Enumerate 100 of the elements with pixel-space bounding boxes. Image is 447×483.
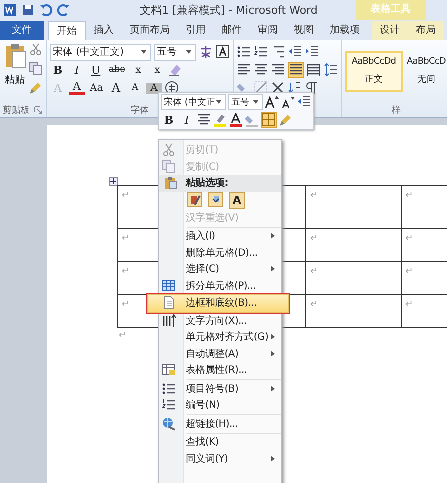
- submenu-arrow-icon: [270, 265, 276, 274]
- paste-button[interactable]: 粘贴: [3, 43, 27, 103]
- menu-item[interactable]: 同义词(Y): [159, 450, 281, 467]
- paragraph-mark: ↵: [406, 300, 414, 310]
- numbering-icon[interactable]: [254, 45, 268, 59]
- scissors-icon: [162, 143, 176, 158]
- keep-format-paste-icon[interactable]: [187, 192, 203, 209]
- menu-item[interactable]: 选择(C): [159, 261, 281, 278]
- format-button[interactable]: x: [130, 64, 146, 76]
- page-icon: [162, 296, 176, 310]
- decrease-indent-icon[interactable]: [288, 45, 302, 59]
- format-button[interactable]: U: [88, 64, 104, 76]
- contextual-tab-group-label: 表格工具: [356, 0, 426, 20]
- format-button[interactable]: x: [149, 64, 166, 76]
- ribbon-tab[interactable]: 引用: [178, 21, 214, 40]
- decrease-indent-icon[interactable]: [297, 95, 311, 109]
- font-size-dropdown[interactable]: 五号: [154, 44, 196, 60]
- shrink-font-icon[interactable]: [281, 95, 295, 109]
- ribbon-tab[interactable]: 页面布局: [122, 21, 178, 40]
- menu-item[interactable]: 单元格对齐方式(G): [159, 329, 281, 346]
- multilevel-list-icon[interactable]: [271, 45, 285, 59]
- submenu-arrow-icon: [270, 454, 276, 463]
- ribbon-tab[interactable]: 插入: [86, 21, 122, 40]
- format-button[interactable]: A: [69, 81, 85, 95]
- submenu-arrow-icon: [270, 232, 276, 240]
- format-button[interactable]: A: [127, 83, 144, 93]
- redo-icon[interactable]: [57, 3, 71, 17]
- format-button[interactable]: I: [69, 64, 85, 76]
- format-button[interactable]: Aa: [88, 82, 106, 94]
- bullets-icon: [162, 382, 176, 396]
- scissors-icon[interactable]: [29, 43, 43, 57]
- ribbon-tab[interactable]: 设计: [372, 21, 408, 40]
- menu-item[interactable]: 表格属性(R)...: [159, 362, 281, 378]
- paragraph-mark: ↵: [310, 300, 318, 310]
- menu-item[interactable]: 编号(N): [159, 397, 281, 414]
- ribbon-tab[interactable]: 布局: [408, 21, 444, 40]
- menu-item[interactable]: 超链接(H)...: [159, 416, 281, 432]
- paragraph-mark: ↵: [406, 191, 414, 201]
- bullets-icon[interactable]: [237, 45, 251, 59]
- caret-icon: [215, 98, 224, 106]
- format-button[interactable]: abe: [107, 65, 128, 75]
- format-button[interactable]: A: [108, 81, 124, 95]
- grid-icon: [162, 278, 176, 293]
- ribbon-tab[interactable]: 审阅: [250, 21, 286, 40]
- style-gallery-item[interactable]: AaBbCcDd 正文: [345, 50, 403, 92]
- format-button[interactable]: B: [50, 64, 66, 76]
- ribbon-tab[interactable]: 视图: [286, 21, 322, 40]
- menu-item[interactable]: 边框和底纹(B)...: [147, 294, 289, 312]
- eraser-icon[interactable]: [168, 63, 182, 77]
- format-painter-icon[interactable]: [29, 81, 43, 95]
- align-center-icon[interactable]: [254, 63, 268, 77]
- paragraph-mark: ↵: [119, 331, 127, 341]
- justify-icon[interactable]: [288, 62, 304, 78]
- menu-item[interactable]: 删除单元格(D)...: [159, 244, 281, 261]
- menu-item[interactable]: 自动调整(A): [159, 346, 281, 362]
- font-name-dropdown[interactable]: 宋体 (中文正文): [50, 44, 151, 60]
- paragraph-mark: ↵: [310, 267, 318, 277]
- text-only-paste-button[interactable]: A: [229, 192, 245, 209]
- align-right-icon[interactable]: [271, 63, 285, 77]
- line-spacing-icon[interactable]: [324, 63, 338, 77]
- increase-indent-icon[interactable]: [305, 45, 319, 59]
- paragraph-mark-icon[interactable]: [305, 81, 319, 95]
- menu-item[interactable]: 查找(K): [159, 434, 281, 450]
- paragraph-mark: ↵: [122, 191, 130, 201]
- merge-format-paste-icon[interactable]: [208, 192, 224, 209]
- numbering-icon: [162, 398, 176, 412]
- center-icon[interactable]: [197, 113, 211, 127]
- format-button[interactable]: B: [161, 114, 177, 126]
- caret-icon: [252, 98, 260, 106]
- menu-item[interactable]: 项目符号(B): [159, 380, 281, 397]
- font-name-dropdown[interactable]: 宋体 (中文正: [161, 94, 226, 110]
- font-size-dropdown[interactable]: 五号: [228, 94, 263, 110]
- align-left-icon[interactable]: [237, 63, 251, 77]
- paragraph-mark: ↵: [122, 234, 130, 244]
- menu-item[interactable]: 拆分单元格(P)...: [159, 278, 281, 294]
- copy-icon[interactable]: [29, 62, 43, 76]
- caret-icon: [185, 48, 193, 56]
- format-button[interactable]: A: [146, 82, 162, 94]
- table-move-handle-icon[interactable]: [109, 177, 118, 186]
- grow-font-icon[interactable]: [265, 95, 279, 109]
- border-char-icon[interactable]: [216, 45, 230, 59]
- font-color-icon[interactable]: [229, 113, 243, 127]
- paragraph-mark: ↵: [122, 267, 130, 277]
- word-logo-icon[interactable]: [3, 3, 17, 17]
- menu-item[interactable]: 文字方向(X)...: [159, 312, 281, 329]
- distribute-icon[interactable]: [307, 63, 321, 77]
- ribbon-tab[interactable]: 加载项: [322, 21, 368, 40]
- format-button[interactable]: I: [179, 114, 195, 126]
- style-gallery-item[interactable]: AaBbCcD 无间: [405, 52, 447, 90]
- enclose-char-icon[interactable]: [165, 81, 180, 95]
- group-label: 样: [392, 104, 401, 117]
- ribbon-tab[interactable]: 文件: [0, 21, 44, 40]
- save-icon[interactable]: [21, 3, 35, 17]
- ribbon-tab[interactable]: 邮件: [214, 21, 250, 40]
- clipboard-icon: [164, 176, 178, 190]
- launcher-icon[interactable]: [34, 106, 43, 115]
- submenu-arrow-icon: [270, 384, 276, 393]
- ribbon-tab[interactable]: 开始: [48, 21, 86, 40]
- undo-icon[interactable]: [39, 3, 53, 17]
- menu-item[interactable]: 插入(I): [159, 228, 281, 244]
